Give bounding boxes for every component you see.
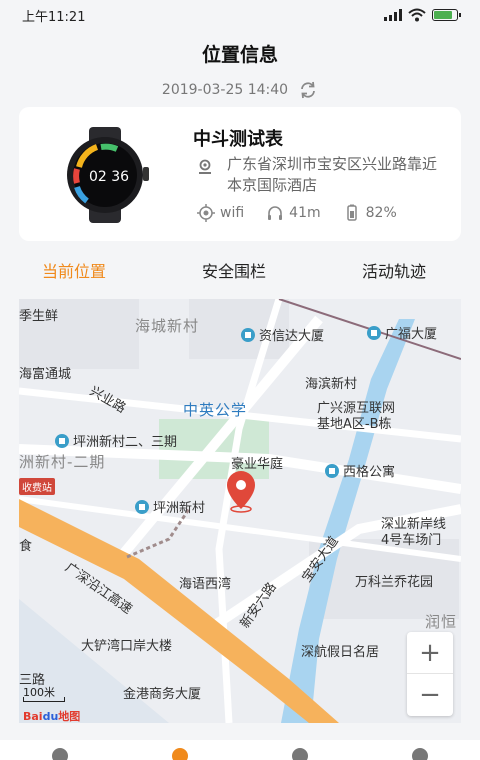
map-label: 深航假日名居 <box>301 645 380 660</box>
map-label: 海滨新村 <box>305 377 358 392</box>
map-base <box>19 299 461 723</box>
map-label: 季生鲜 <box>19 309 59 324</box>
signal-icon <box>384 9 402 21</box>
zoom-out-button[interactable]: − <box>407 674 453 716</box>
nav-profile-icon[interactable] <box>412 748 428 760</box>
map-label: 资信达大厦 <box>241 325 324 344</box>
location-tabs: 当前位置 安全围栏 活动轨迹 <box>0 258 480 284</box>
battery-icon <box>432 9 461 21</box>
map-label-text: 西格公寓 <box>343 465 396 480</box>
battery-info: 82% <box>343 204 397 222</box>
map-label: 海城新村 <box>135 317 200 335</box>
device-meta: wifi 41m 82% <box>197 204 419 222</box>
gps-target-icon <box>197 204 215 222</box>
nav-watch-icon[interactable] <box>292 748 308 760</box>
map-label-text: 资信达大厦 <box>259 329 325 344</box>
poi-icon <box>135 500 149 514</box>
network-type: wifi <box>220 205 245 221</box>
headphones-icon <box>268 206 283 220</box>
map-label-text: 广福大厦 <box>385 327 438 342</box>
timestamp-row: 2019-03-25 14:40 <box>0 80 480 100</box>
device-card[interactable]: 02 36 中斗测试表 广东省深圳市宝安区兴业路靠近本京国际酒店 wifi 41… <box>19 107 461 241</box>
map-label: 坪洲新村二、三期 <box>55 431 177 450</box>
map-label-text: 坪洲新村 <box>153 501 206 516</box>
accuracy-value: 41m <box>289 205 321 221</box>
poi-icon <box>325 464 339 478</box>
device-address: 广东省深圳市宝安区兴业路靠近本京国际酒店 <box>227 155 438 194</box>
map-label: 豪业华庭 <box>231 457 284 472</box>
map-label: 基地A区-B栋 <box>317 417 392 432</box>
refresh-icon[interactable] <box>298 80 318 100</box>
status-time: 上午11:21 <box>22 9 86 25</box>
tab-safety-fence[interactable]: 安全围栏 <box>202 258 266 282</box>
watch-image: 02 36 <box>67 127 149 223</box>
map-label: 润恒 <box>425 613 458 631</box>
map-label: 4号车场门 <box>381 533 442 548</box>
tab-activity-track[interactable]: 活动轨迹 <box>362 258 426 282</box>
map-label: 广福大厦 <box>367 323 437 342</box>
map-label: 金港商务大厦 <box>123 687 202 702</box>
map-label: 海富通城 <box>19 367 72 382</box>
baidu-map-logo: Baidu地图 <box>23 710 81 723</box>
map-label: 坪洲新村 <box>135 497 205 516</box>
map-label-text: 坪洲新村二、三期 <box>73 435 178 450</box>
network-info: wifi <box>197 204 244 222</box>
status-bar: 上午11:21 <box>0 0 480 30</box>
battery-value: 82% <box>365 205 397 221</box>
map-label: 食 <box>19 539 33 554</box>
device-name: 中斗测试表 <box>193 129 283 150</box>
toll-station-badge: 收费站 <box>19 478 55 495</box>
zoom-in-button[interactable]: + <box>407 632 453 674</box>
battery-level-icon <box>346 204 357 221</box>
map-view[interactable]: 季生鲜 海城新村 资信达大厦 广福大厦 海富通城 海滨新村 兴业路 中英公学 广… <box>19 299 461 723</box>
poi-icon <box>367 326 381 340</box>
wifi-icon <box>408 8 426 22</box>
poi-icon <box>241 328 255 342</box>
status-icons <box>384 8 461 22</box>
zoom-controls: + − <box>407 632 453 716</box>
watch-face-time: 02 36 <box>89 169 129 185</box>
accuracy-info: 41m <box>266 204 321 222</box>
page-title: 位置信息 <box>201 44 278 66</box>
nav-home-icon[interactable] <box>52 748 68 760</box>
map-scale-bar <box>23 697 65 702</box>
nav-location-icon[interactable] <box>172 748 188 760</box>
map-label: 西格公寓 <box>325 461 395 480</box>
map-label: 万科兰乔花园 <box>355 575 434 590</box>
bottom-nav <box>0 740 480 760</box>
location-pin-icon <box>199 159 211 174</box>
map-label: 海语西湾 <box>179 577 232 592</box>
map-label: 大铲湾口岸大楼 <box>81 639 173 654</box>
poi-icon <box>55 434 69 448</box>
tab-current-location[interactable]: 当前位置 <box>42 258 106 282</box>
map-label: 洲新村-二期 <box>19 453 106 471</box>
map-label: 中英公学 <box>183 401 248 419</box>
timestamp: 2019-03-25 14:40 <box>161 82 289 98</box>
